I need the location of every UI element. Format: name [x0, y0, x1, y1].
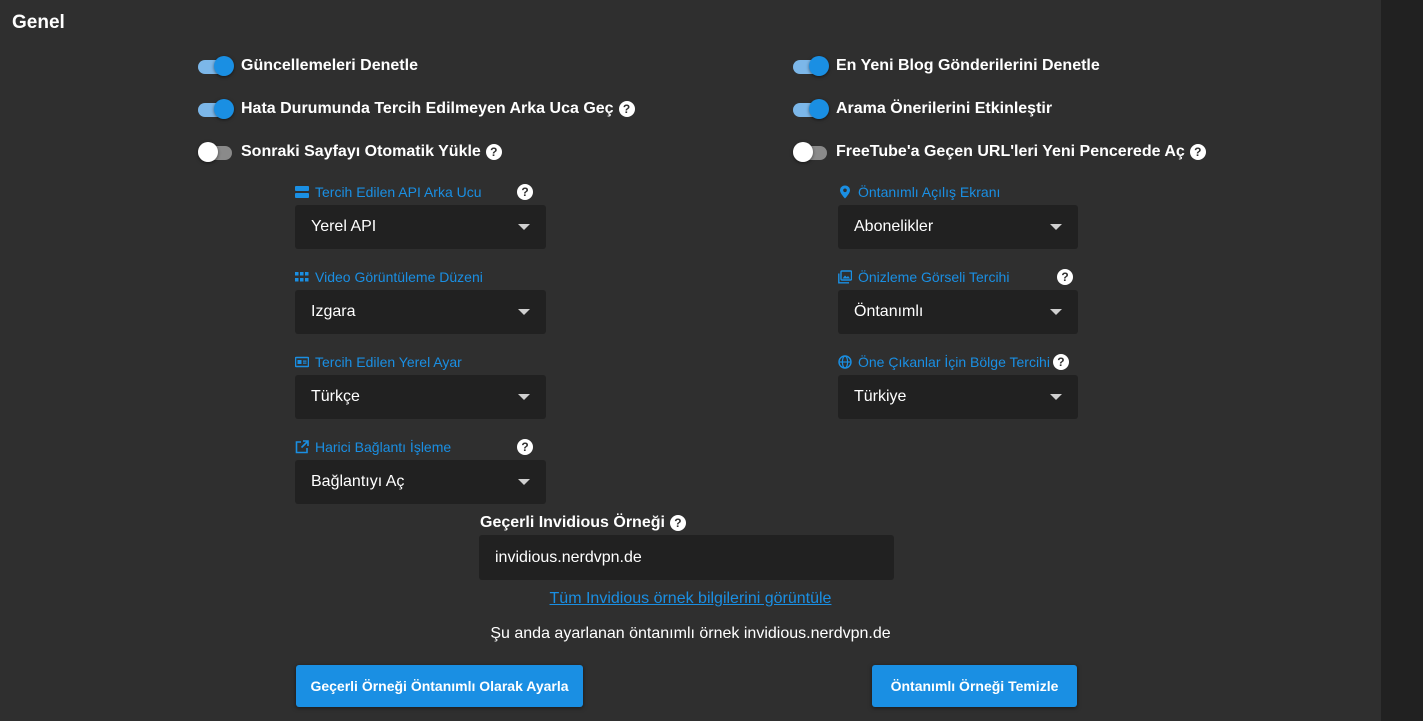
help-icon[interactable]: ? [1057, 269, 1073, 285]
chevron-down-icon [518, 224, 530, 230]
blog-posts-toggle[interactable] [793, 56, 829, 76]
api-backend-value: Yerel API [311, 218, 377, 235]
help-icon[interactable]: ? [517, 439, 533, 455]
fallback-setting: Hata Durumunda Tercih Edilmeyen Arka Uca… [198, 97, 635, 121]
external-link-setting: Harici Bağlantı İşleme ? Bağlantıyı Aç [295, 437, 546, 504]
language-icon [295, 356, 309, 368]
instance-input[interactable] [479, 535, 894, 580]
check-updates-setting: Güncellemeleri Denetle [198, 54, 418, 78]
check-updates-toggle[interactable] [198, 56, 234, 76]
locale-value: Türkçe [311, 388, 360, 405]
api-backend-label-row: Tercih Edilen API Arka Ucu ? [295, 182, 546, 202]
server-icon [295, 186, 309, 198]
thumbnail-label: Önizleme Görseli Tercihi [858, 269, 1010, 285]
view-layout-select[interactable]: Izgara [295, 290, 546, 334]
blog-posts-label: En Yeni Blog Gönderilerini Denetle [836, 57, 1100, 74]
open-urls-label: FreeTube'a Geçen URL'leri Yeni Pencerede… [836, 143, 1185, 160]
locale-label: Tercih Edilen Yerel Ayar [315, 354, 462, 370]
external-link-label-row: Harici Bağlantı İşleme ? [295, 437, 546, 457]
location-pin-icon [840, 185, 850, 199]
globe-icon [838, 355, 852, 369]
external-link-select[interactable]: Bağlantıyı Aç [295, 460, 546, 504]
api-backend-setting: Tercih Edilen API Arka Ucu ? Yerel API [295, 182, 546, 249]
search-suggestions-label: Arama Önerilerini Etkinleştir [836, 100, 1053, 117]
autoload-label: Sonraki Sayfayı Otomatik Yükle [241, 143, 481, 160]
set-default-instance-button[interactable]: Geçerli Örneği Öntanımlı Olarak Ayarla [296, 665, 583, 707]
check-updates-label: Güncellemeleri Denetle [241, 57, 418, 74]
region-label: Öne Çıkanlar İçin Bölge Tercihi [858, 354, 1050, 370]
help-icon[interactable]: ? [1052, 354, 1069, 370]
instance-label-row: Geçerli Invidious Örneği ? [480, 514, 686, 532]
api-backend-label: Tercih Edilen API Arka Ucu [315, 184, 482, 200]
current-default-instance-text: Şu anda ayarlanan öntanımlı örnek invidi… [490, 625, 891, 642]
region-select[interactable]: Türkiye [838, 375, 1078, 419]
image-icon [838, 270, 852, 284]
landing-page-label: Öntanımlı Açılış Ekranı [858, 184, 1001, 200]
fallback-toggle[interactable] [198, 99, 234, 119]
region-setting: Öne Çıkanlar İçin Bölge Tercihi ? Türkiy… [838, 352, 1078, 419]
help-icon[interactable]: ? [485, 144, 502, 160]
chevron-down-icon [518, 309, 530, 315]
locale-select[interactable]: Türkçe [295, 375, 546, 419]
chevron-down-icon [518, 394, 530, 400]
chevron-down-icon [518, 479, 530, 485]
instance-label: Geçerli Invidious Örneği [480, 514, 665, 531]
thumbnail-value: Öntanımlı [854, 303, 924, 320]
chevron-down-icon [1050, 224, 1062, 230]
grid-icon [295, 272, 309, 282]
locale-label-row: Tercih Edilen Yerel Ayar [295, 352, 546, 372]
view-layout-value: Izgara [311, 303, 356, 320]
external-link-icon [295, 440, 309, 454]
external-link-label: Harici Bağlantı İşleme [315, 439, 452, 455]
region-value: Türkiye [854, 388, 907, 405]
region-label-row: Öne Çıkanlar İçin Bölge Tercihi ? [838, 352, 1078, 372]
open-urls-toggle[interactable] [793, 142, 829, 162]
thumbnail-select[interactable]: Öntanımlı [838, 290, 1078, 334]
landing-page-setting: Öntanımlı Açılış Ekranı Abonelikler [838, 182, 1078, 249]
help-icon[interactable]: ? [669, 515, 686, 531]
view-layout-label: Video Görüntüleme Düzeni [315, 269, 483, 285]
chevron-down-icon [1050, 394, 1062, 400]
landing-page-value: Abonelikler [854, 218, 934, 235]
view-layout-setting: Video Görüntüleme Düzeni Izgara [295, 267, 546, 334]
api-backend-select[interactable]: Yerel API [295, 205, 546, 249]
autoload-toggle[interactable] [198, 142, 234, 162]
chevron-down-icon [1050, 309, 1062, 315]
view-layout-label-row: Video Görüntüleme Düzeni [295, 267, 546, 287]
thumbnail-setting: Önizleme Görseli Tercihi ? Öntanımlı [838, 267, 1078, 334]
autoload-setting: Sonraki Sayfayı Otomatik Yükle ? [198, 140, 502, 164]
view-all-instances-link[interactable]: Tüm Invidious örnek bilgilerini görüntül… [0, 590, 1381, 608]
scrollbar-area[interactable] [1381, 0, 1423, 721]
fallback-label: Hata Durumunda Tercih Edilmeyen Arka Uca… [241, 100, 614, 117]
search-suggestions-setting: Arama Önerilerini Etkinleştir [793, 97, 1052, 121]
section-title: Genel [12, 12, 65, 33]
help-icon[interactable]: ? [618, 101, 635, 117]
landing-page-select[interactable]: Abonelikler [838, 205, 1078, 249]
thumbnail-label-row: Önizleme Görseli Tercihi ? [838, 267, 1078, 287]
open-urls-setting: FreeTube'a Geçen URL'leri Yeni Pencerede… [793, 140, 1206, 164]
landing-page-label-row: Öntanımlı Açılış Ekranı [838, 182, 1078, 202]
clear-default-instance-button[interactable]: Öntanımlı Örneği Temizle [872, 665, 1077, 707]
external-link-value: Bağlantıyı Aç [311, 473, 405, 490]
help-icon[interactable]: ? [1189, 144, 1206, 160]
blog-posts-setting: En Yeni Blog Gönderilerini Denetle [793, 54, 1100, 78]
search-suggestions-toggle[interactable] [793, 99, 829, 119]
locale-setting: Tercih Edilen Yerel Ayar Türkçe [295, 352, 546, 419]
help-icon[interactable]: ? [517, 184, 533, 200]
